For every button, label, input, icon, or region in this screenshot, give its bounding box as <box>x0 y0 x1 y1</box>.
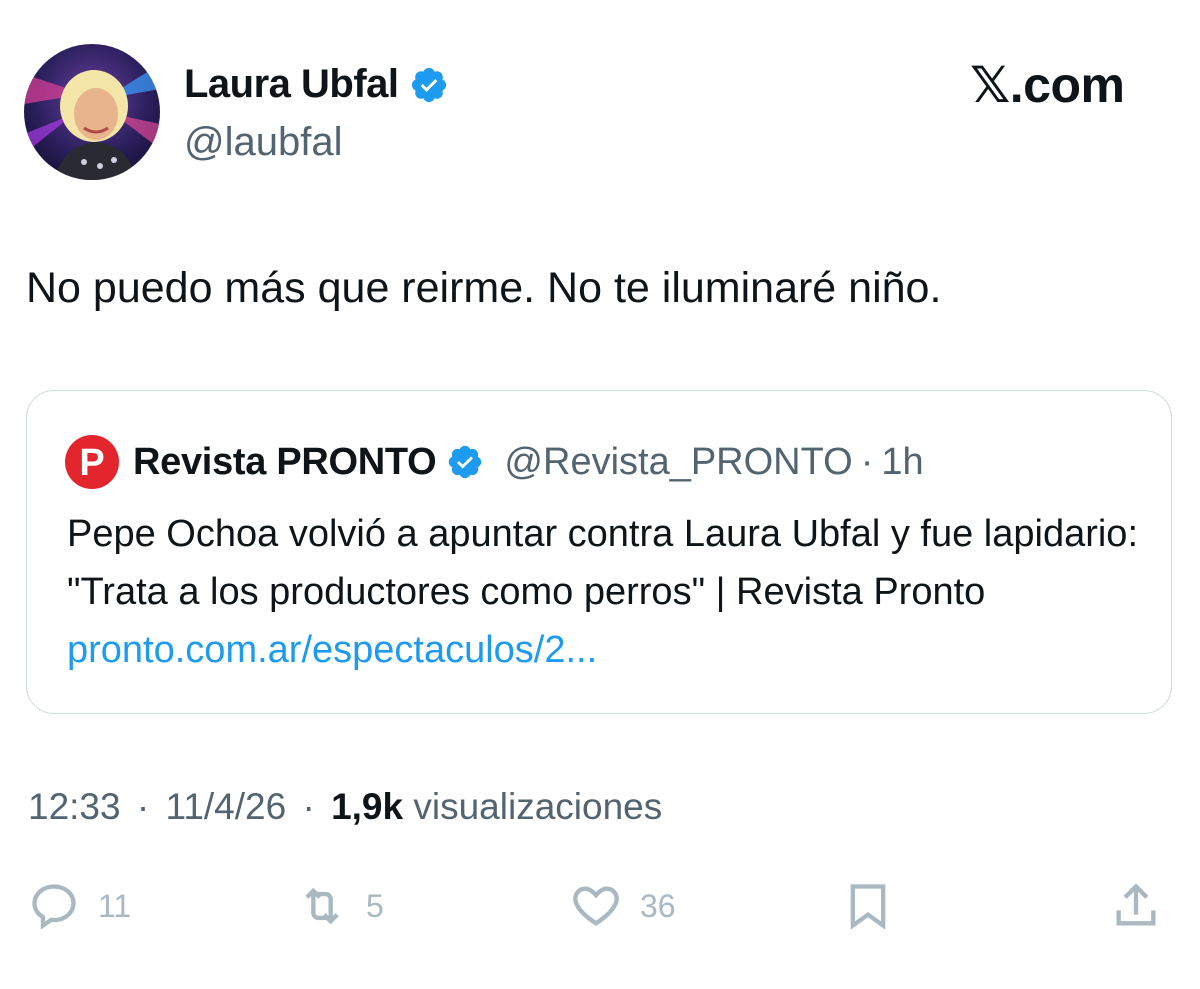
quoted-author-handle[interactable]: @Revista_PRONTO · 1h <box>504 441 923 484</box>
quoted-tweet-time: 1h <box>881 440 924 483</box>
meta-separator: · <box>136 786 150 827</box>
tweet-text: No puedo más que reirme. No te iluminaré… <box>26 264 942 312</box>
views-label: visualizaciones <box>413 786 663 827</box>
reply-button[interactable]: 11 <box>28 880 131 932</box>
author-name[interactable]: Laura Ubfal <box>184 62 399 107</box>
repost-count: 5 <box>366 887 384 924</box>
repost-icon <box>305 887 339 925</box>
quoted-tweet-link[interactable]: pronto.com.ar/espectaculos/2... <box>67 629 597 671</box>
quoted-author-name[interactable]: Revista PRONTO <box>133 441 437 484</box>
tweet-date[interactable]: 11/4/26 <box>165 786 286 827</box>
author-header: Laura Ubfal <box>184 62 449 107</box>
pronto-logo-icon: P <box>65 435 119 489</box>
repost-button[interactable]: 5 <box>296 880 384 932</box>
share-button[interactable] <box>1110 880 1162 932</box>
x-brand-logo: 𝕏.com <box>970 57 1125 113</box>
author-handle[interactable]: @laubfal <box>184 120 342 165</box>
verified-badge-icon <box>409 65 449 105</box>
meta-separator: · <box>302 786 315 827</box>
like-count: 36 <box>640 887 676 924</box>
author-avatar[interactable] <box>24 44 160 180</box>
reply-icon <box>32 884 76 930</box>
tweet-time[interactable]: 12:33 <box>28 786 121 827</box>
pronto-logo-letter: P <box>79 442 104 484</box>
bookmark-icon <box>850 884 886 930</box>
quoted-tweet-card[interactable]: P Revista PRONTO @Revista_PRONTO · 1h Pepe… <box>26 390 1172 714</box>
reply-count: 11 <box>98 887 132 924</box>
avatar-photo <box>24 44 160 180</box>
quoted-tweet-body: Pepe Ochoa volvió a apuntar contra Laura… <box>67 513 1138 613</box>
tweet-meta: 12:33 · 11/4/26 · 1,9k visualizaciones <box>28 786 662 828</box>
bookmark-button[interactable] <box>842 880 894 932</box>
share-icon <box>1116 883 1156 926</box>
quoted-tweet-text: Pepe Ochoa volvió a apuntar contra Laura… <box>67 505 1147 679</box>
quoted-tweet-header: P Revista PRONTO @Revista_PRONTO · 1h <box>65 435 924 489</box>
like-button[interactable]: 36 <box>570 880 676 932</box>
tweet-actions-bar: 11 5 36 <box>0 880 1200 950</box>
meta-separator: · <box>860 440 874 483</box>
heart-icon <box>573 886 619 926</box>
verified-badge-icon <box>446 443 484 481</box>
views-count: 1,9k <box>331 786 404 827</box>
